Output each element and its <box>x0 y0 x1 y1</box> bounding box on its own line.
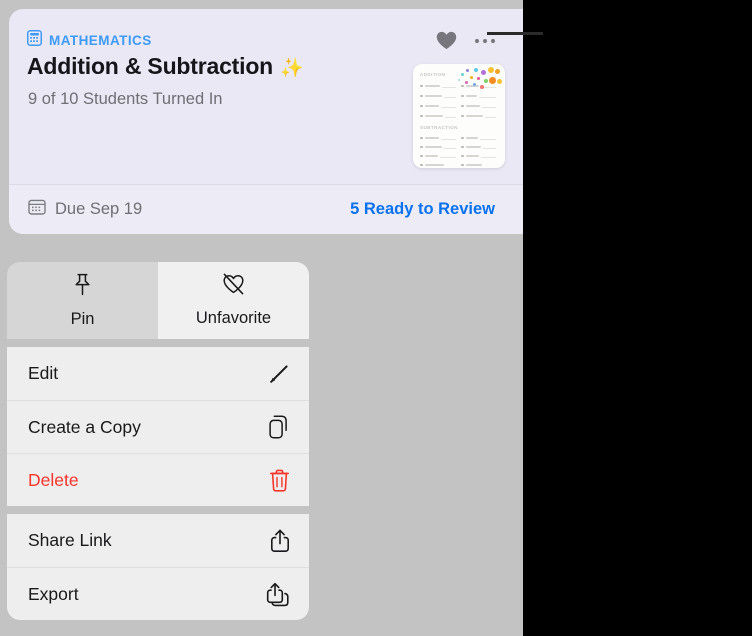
pencil-icon <box>268 363 290 385</box>
subject-label: MATHEMATICS <box>49 33 152 48</box>
turned-in-status: 9 of 10 Students Turned In <box>28 90 223 108</box>
duplicate-icon <box>267 415 290 439</box>
calendar-icon <box>28 198 46 221</box>
pin-icon <box>72 273 93 301</box>
ready-to-review-link[interactable]: 5 Ready to Review <box>350 200 495 219</box>
menu-item-unfavorite-label: Unfavorite <box>195 309 272 327</box>
sparkles-icon: ✨ <box>280 58 304 79</box>
screen: MATHEMATICS Addition & Subtraction ✨ 9 o… <box>0 0 752 636</box>
due-date: Due Sep 19 <box>28 198 142 221</box>
menu-group-separator <box>7 506 309 514</box>
menu-group-separator <box>7 339 309 347</box>
menu-item-edit-label: Edit <box>28 363 59 383</box>
menu-item-edit[interactable]: Edit <box>7 347 309 400</box>
assignment-title-row: Addition & Subtraction ✨ <box>27 53 304 80</box>
thumbnail-section-addition: ADDITION <box>420 72 446 77</box>
menu-item-export[interactable]: Export <box>7 567 309 620</box>
context-menu-grid: Pin Unfavorite <box>7 262 309 339</box>
page-title: Addition & Subtraction <box>27 53 274 79</box>
menu-item-pin[interactable]: Pin <box>7 262 158 339</box>
heart-filled-icon[interactable] <box>436 31 457 50</box>
menu-item-delete-label: Delete <box>28 469 79 490</box>
heart-slash-icon <box>222 273 245 300</box>
export-icon <box>266 582 290 607</box>
assignment-card[interactable]: MATHEMATICS Addition & Subtraction ✨ 9 o… <box>9 9 523 234</box>
menu-item-pin-label: Pin <box>70 309 95 328</box>
callout-leader-line <box>487 32 543 35</box>
subject-badge: MATHEMATICS <box>27 30 152 51</box>
ellipsis-dot <box>491 38 495 43</box>
menu-item-create-a-copy[interactable]: Create a Copy <box>7 400 309 453</box>
assignment-card-footer: Due Sep 19 5 Ready to Review <box>9 185 523 234</box>
menu-item-share-link-label: Share Link <box>28 530 112 550</box>
menu-item-share-link[interactable]: Share Link <box>7 514 309 567</box>
due-date-label: Due Sep 19 <box>55 200 143 218</box>
menu-item-unfavorite[interactable]: Unfavorite <box>158 262 309 339</box>
share-icon <box>270 529 290 553</box>
calculator-icon <box>27 30 42 51</box>
context-menu: Pin Unfavorite Edit Create a Copy Delete… <box>7 262 309 620</box>
ellipsis-dot <box>475 38 479 43</box>
trash-icon <box>269 469 290 492</box>
menu-item-create-a-copy-label: Create a Copy <box>28 416 141 437</box>
menu-item-delete[interactable]: Delete <box>7 453 309 506</box>
thumbnail-section-subtraction: SUBTRACTION <box>420 125 458 130</box>
assignment-card-body: MATHEMATICS Addition & Subtraction ✨ 9 o… <box>9 9 523 185</box>
ellipsis-icon[interactable] <box>475 38 495 43</box>
menu-item-export-label: Export <box>28 583 79 604</box>
ellipsis-dot <box>483 38 487 43</box>
worksheet-thumbnail[interactable]: ADDITION SUBTRACTION <box>413 64 505 168</box>
